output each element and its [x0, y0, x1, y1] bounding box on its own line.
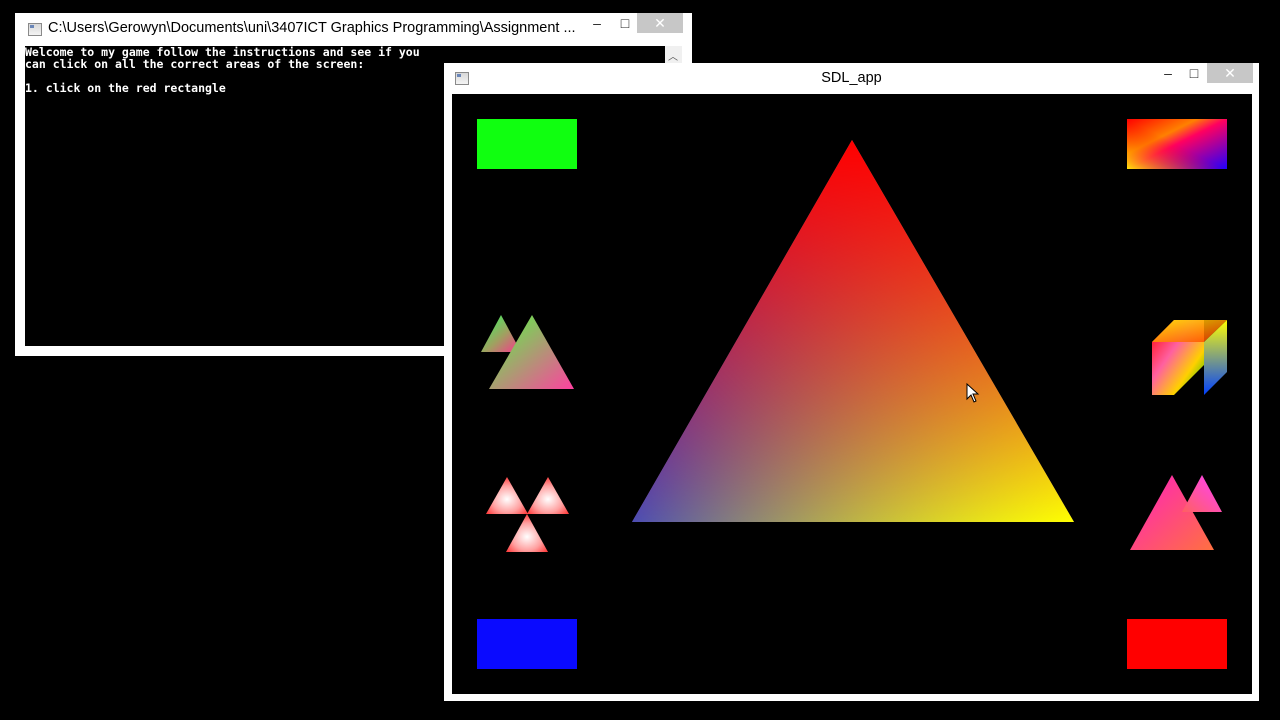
big-gradient-triangle[interactable] — [632, 140, 1074, 522]
gradient-cube[interactable] — [1152, 320, 1227, 395]
minimize-button[interactable]: – — [1161, 63, 1175, 83]
console-titlebar[interactable]: C:\Users\Gerowyn\Documents\uni\3407ICT G… — [15, 13, 692, 43]
gradient-rectangle[interactable] — [1127, 119, 1227, 169]
sdl-title: SDL_app — [821, 70, 882, 86]
blue-rectangle[interactable] — [477, 619, 577, 669]
green-rectangle[interactable] — [477, 119, 577, 169]
console-title: C:\Users\Gerowyn\Documents\uni\3407ICT G… — [48, 20, 576, 36]
sdl-window: SDL_app – □ ✕ — [444, 63, 1259, 701]
triforce-triangles[interactable] — [486, 477, 569, 552]
red-rectangle[interactable] — [1127, 619, 1227, 669]
small-triangles-pair[interactable] — [481, 315, 574, 389]
sdl-canvas[interactable] — [452, 94, 1252, 694]
scroll-up-icon[interactable]: ︿ — [668, 48, 678, 63]
close-button[interactable]: ✕ — [637, 13, 683, 33]
maximize-button[interactable]: □ — [617, 13, 633, 33]
sdl-titlebar[interactable]: SDL_app – □ ✕ — [444, 63, 1259, 93]
maximize-button[interactable]: □ — [1186, 63, 1202, 83]
pink-triangles-pair[interactable] — [1130, 475, 1222, 550]
close-button[interactable]: ✕ — [1207, 63, 1253, 83]
minimize-button[interactable]: – — [590, 13, 604, 33]
console-app-icon — [28, 23, 42, 36]
